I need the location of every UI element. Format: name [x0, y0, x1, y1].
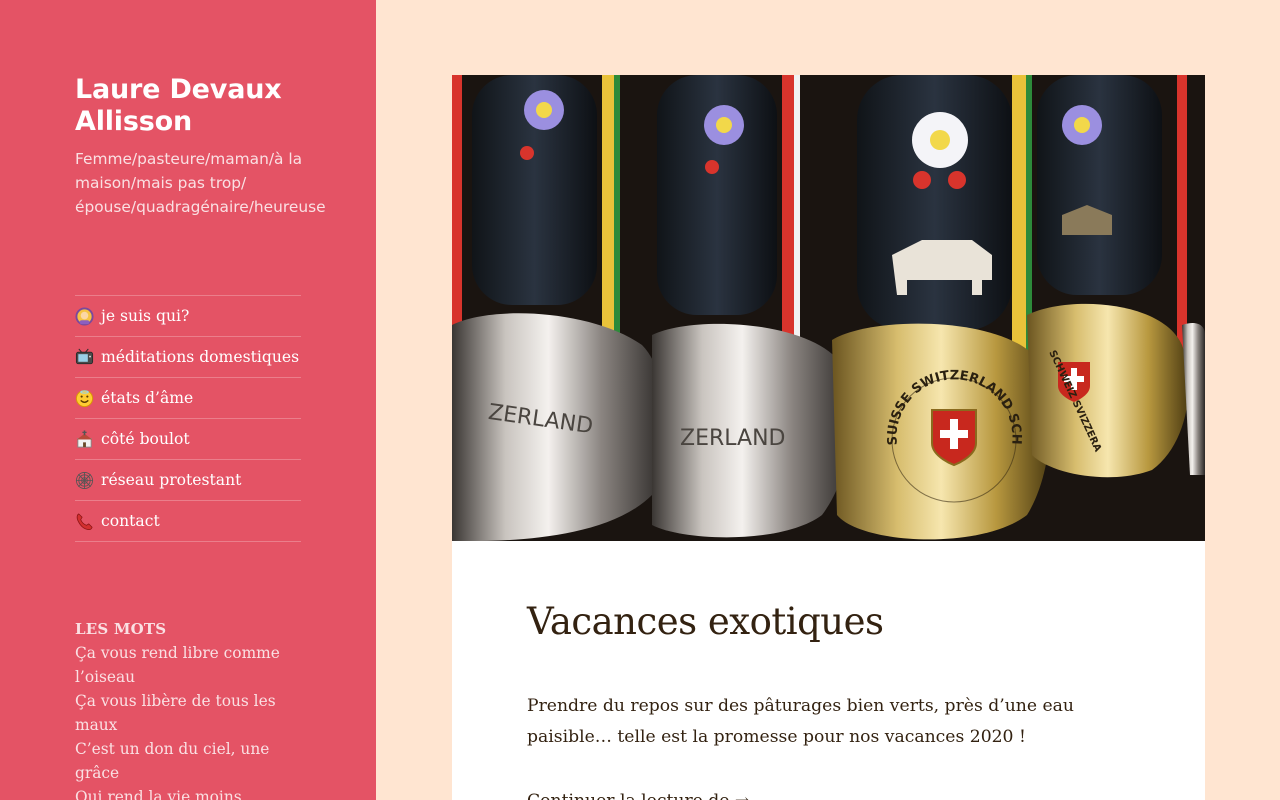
- menu-item-cote-boulot[interactable]: côté boulot: [75, 419, 301, 460]
- telephone-icon: [75, 512, 94, 531]
- spider-web-icon: [75, 471, 94, 490]
- menu-item-reseau-protestant[interactable]: réseau protestant: [75, 460, 301, 501]
- sidebar: Laure Devaux Allisson Femme/pasteure/mam…: [0, 0, 376, 800]
- menu-item-label: je suis qui?: [101, 307, 190, 325]
- menu-item-label: côté boulot: [101, 430, 190, 448]
- post-excerpt: Prendre du repos sur des pâturages bien …: [527, 696, 1074, 747]
- menu-item-je-suis-qui[interactable]: je suis qui?: [75, 296, 301, 337]
- widget-les-mots: LES MOTS Ça vous rend libre comme l’oise…: [75, 617, 301, 800]
- menu-item-label: états d’âme: [101, 389, 194, 407]
- site-description: Femme/pasteure/maman/à la maison/mais pa…: [75, 150, 326, 216]
- menu-item-label: contact: [101, 512, 160, 530]
- widget-title: LES MOTS: [75, 620, 167, 638]
- church-icon: [75, 429, 94, 449]
- widget-line: Ça vous libère de tous les maux: [75, 692, 276, 734]
- read-more-link[interactable]: Continuer la lecture de →: [527, 786, 749, 800]
- image-bell-text: ZERLAND: [680, 426, 785, 451]
- site-title[interactable]: Laure Devaux Allisson: [75, 74, 335, 138]
- main-menu: je suis qui? méditations domestiques éta…: [75, 295, 301, 542]
- menu-item-label: méditations domestiques: [101, 348, 300, 366]
- post-title[interactable]: Vacances exotiques: [527, 593, 884, 651]
- post-card: ZERLAND ZERLAND SUISSE SWITZERLAND SCHWE…: [452, 75, 1205, 800]
- widget-line: C’est un don du ciel, une grâce: [75, 740, 270, 782]
- menu-item-label: réseau protestant: [101, 471, 242, 489]
- television-icon: [75, 348, 94, 367]
- widget-line: Ça vous rend libre comme l’oiseau: [75, 644, 280, 686]
- menu-item-etats-d-ame[interactable]: états d’âme: [75, 378, 301, 419]
- featured-image[interactable]: ZERLAND ZERLAND SUISSE SWITZERLAND SCHWE…: [452, 75, 1205, 541]
- person-icon: [75, 306, 94, 326]
- widget-line: Qui rend la vie moins: [75, 788, 242, 800]
- menu-item-meditations-domestiques[interactable]: méditations domestiques: [75, 337, 301, 378]
- menu-item-contact[interactable]: contact: [75, 501, 301, 542]
- smiling-face-icon: [75, 389, 94, 408]
